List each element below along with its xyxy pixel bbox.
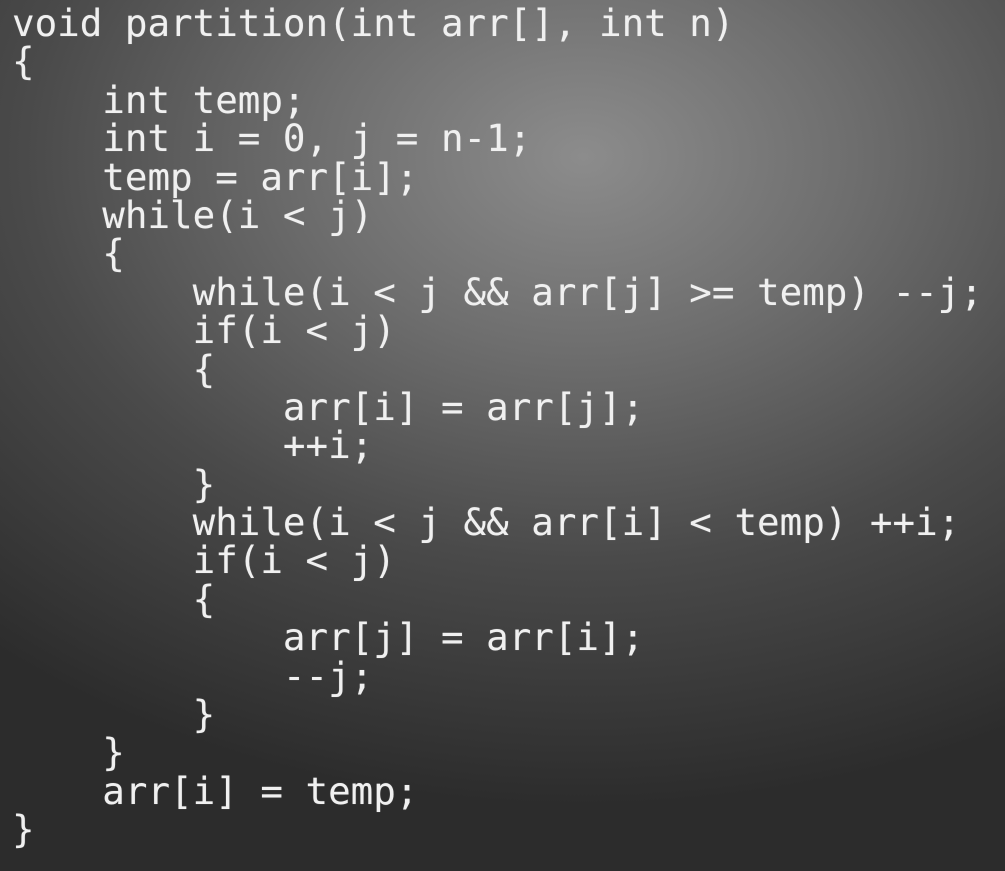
code-line-20: }	[12, 730, 125, 775]
code-block: void partition(int arr[], int n) { int t…	[12, 4, 1002, 866]
code-line-9: if(i < j)	[12, 308, 396, 353]
code-line-5: temp = arr[i];	[12, 154, 419, 199]
code-line-3: int temp;	[12, 77, 306, 122]
code-line-18: --j;	[12, 653, 374, 698]
code-line-17: arr[j] = arr[i];	[12, 615, 645, 660]
code-line-15: if(i < j)	[12, 538, 396, 583]
code-line-11: arr[i] = arr[j];	[12, 384, 645, 429]
code-line-21: arr[i] = temp;	[12, 768, 419, 813]
code-line-13: }	[12, 461, 216, 506]
code-line-6: while(i < j)	[12, 192, 374, 237]
code-line-4: int i = 0, j = n-1;	[12, 116, 532, 161]
code-line-14: while(i < j && arr[i] < temp) ++i;	[12, 500, 961, 545]
code-line-8: while(i < j && arr[j] >= temp) --j;	[12, 269, 983, 314]
code-line-10: {	[12, 346, 216, 391]
code-line-19: }	[12, 692, 216, 737]
code-line-7: {	[12, 231, 125, 276]
code-line-2: {	[12, 39, 35, 84]
code-line-1: void partition(int arr[], int n)	[12, 1, 735, 45]
code-line-16: {	[12, 576, 216, 621]
code-line-12: ++i;	[12, 423, 374, 468]
code-line-22: }	[12, 807, 35, 852]
